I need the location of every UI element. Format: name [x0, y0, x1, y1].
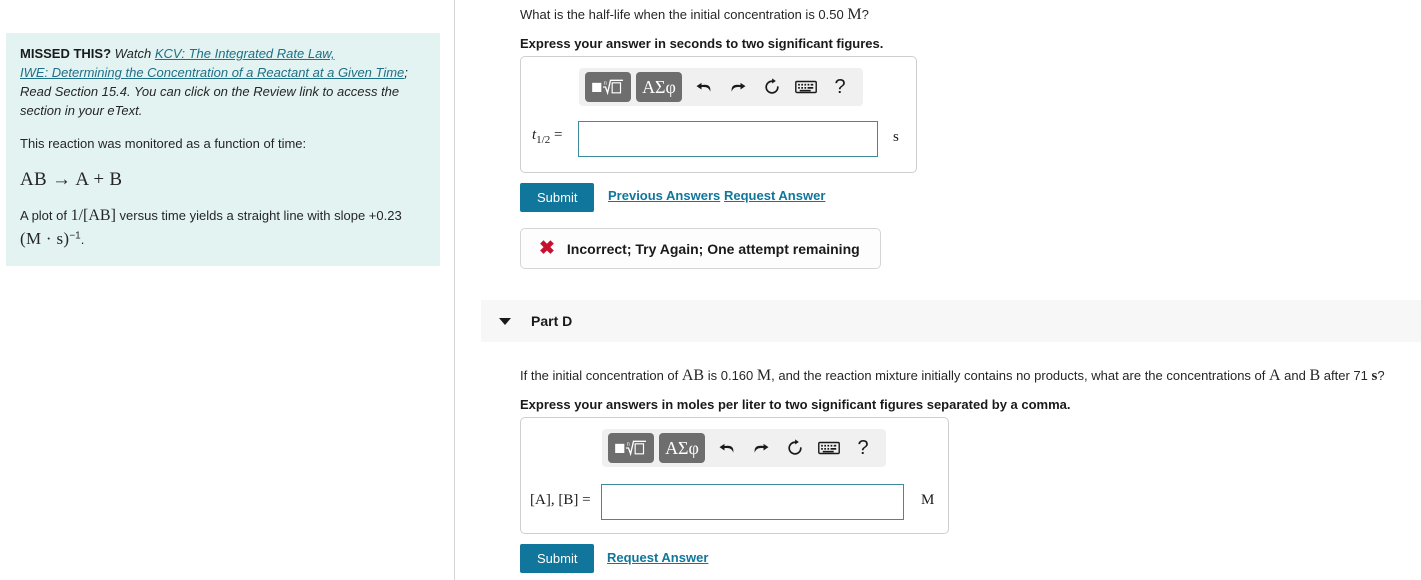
plot-units-exponent: −1 — [69, 230, 81, 242]
plot-expression: 1/[AB] — [70, 206, 116, 224]
partC-previous-answers-link[interactable]: Previous Answers — [608, 188, 720, 203]
partD-q-seg5: after 71 — [1320, 368, 1372, 383]
reaction-equation: AB → A + B — [20, 169, 123, 191]
partC-feedback-text: Incorrect; Try Again; One attempt remain… — [566, 240, 860, 257]
missed-this-hint-box: MISSED THIS? Watch KCV: The Integrated R… — [6, 33, 440, 266]
right-panel: What is the half-life when the initial c… — [456, 0, 1421, 580]
plot-units: (M · s) — [20, 228, 70, 248]
partD-question-area: If the initial concentration of AB is 0.… — [520, 364, 1421, 412]
plot-mid-text: versus time yields a straight line with … — [115, 207, 402, 223]
plot-description: A plot of 1/[AB] versus time yields a st… — [20, 204, 426, 252]
partD-unit-molar: M — [756, 367, 772, 384]
partD-q-seg2: is 0.160 — [704, 368, 757, 383]
template-icon: n — [615, 440, 646, 457]
partD-unit-label: M — [921, 492, 935, 508]
watch-word: Watch — [114, 46, 152, 61]
monitored-text: This reaction was monitored as a functio… — [20, 136, 307, 152]
partD-answer-input[interactable] — [601, 484, 904, 520]
hint-link-kcv[interactable]: KCV: The Integrated Rate Law, — [155, 46, 335, 61]
undo-icon[interactable] — [687, 72, 721, 102]
chevron-down-icon[interactable] — [499, 317, 511, 325]
partD-q-seg1: If the initial concentration of — [520, 368, 682, 383]
partC-answer-label: t1/2 = — [532, 127, 562, 146]
partD-answer-card: n ΑΣφ ? [A], [B] = M — [520, 417, 949, 534]
math-symbols-button[interactable]: ΑΣφ — [659, 433, 705, 463]
hint-text-block: MISSED THIS? Watch KCV: The Integrated R… — [20, 45, 426, 120]
partD-q-seg3: , and the reaction mixture initially con… — [771, 368, 1269, 383]
keyboard-icon[interactable] — [789, 72, 823, 102]
partC-unit-molar: M — [847, 6, 862, 23]
math-symbols-button[interactable]: ΑΣφ — [636, 72, 682, 102]
help-icon[interactable]: ? — [846, 433, 880, 463]
partD-answer-label: [A], [B] = — [530, 492, 591, 508]
partC-question-pre: What is the half-life when the initial c… — [520, 7, 848, 22]
partD-request-answer-link[interactable]: Request Answer — [607, 550, 708, 565]
partC-request-answer-link[interactable]: Request Answer — [724, 188, 825, 203]
partC-label-equals: = — [553, 127, 563, 143]
svg-text:n: n — [604, 81, 607, 87]
partD-question: If the initial concentration of AB is 0.… — [520, 364, 1421, 388]
help-icon[interactable]: ? — [823, 72, 857, 102]
partC-math-toolbar: n ΑΣφ ? — [579, 68, 863, 106]
reset-icon[interactable] — [778, 433, 812, 463]
redo-icon[interactable] — [744, 433, 778, 463]
redo-icon[interactable] — [721, 72, 755, 102]
partC-question: What is the half-life when the initial c… — [520, 3, 1421, 27]
x-mark-icon: ✖ — [539, 238, 555, 259]
partD-instruction: Express your answers in moles per liter … — [520, 397, 1071, 412]
partD-title: Part D — [531, 313, 573, 329]
template-icon: n — [592, 79, 623, 96]
plot-end-text: . — [80, 231, 85, 247]
math-template-button[interactable]: n — [585, 72, 631, 102]
undo-icon[interactable] — [710, 433, 744, 463]
partC-answer-input[interactable] — [578, 121, 878, 157]
reset-icon[interactable] — [755, 72, 789, 102]
page-root: MISSED THIS? Watch KCV: The Integrated R… — [0, 0, 1421, 580]
partD-header-band[interactable]: Part D — [481, 300, 1421, 342]
missed-this-label: MISSED THIS? — [20, 46, 112, 61]
left-panel: MISSED THIS? Watch KCV: The Integrated R… — [0, 0, 455, 580]
partC-submit-button[interactable]: Submit — [520, 183, 595, 212]
math-template-button[interactable]: n — [608, 433, 654, 463]
partD-math-toolbar: n ΑΣφ ? — [602, 429, 886, 467]
partD-submit-button[interactable]: Submit — [520, 544, 595, 573]
partC-feedback-box: ✖ Incorrect; Try Again; One attempt rema… — [520, 228, 881, 269]
partD-q-seg6: ? — [1377, 368, 1385, 383]
plot-pre-text: A plot of — [20, 207, 71, 223]
partD-species-B: B — [1309, 367, 1321, 384]
partC-instruction: Express your answer in seconds to two si… — [520, 36, 884, 51]
partC-question-area: What is the half-life when the initial c… — [520, 3, 1421, 51]
partD-species-AB: AB — [681, 367, 705, 384]
partD-q-seg4: and — [1280, 368, 1310, 383]
partC-question-post: ? — [861, 7, 869, 22]
hint-link-iwe[interactable]: IWE: Determining the Concentration of a … — [20, 65, 404, 80]
partD-species-A: A — [1269, 367, 1281, 384]
partC-unit-label: s — [893, 129, 899, 145]
keyboard-icon[interactable] — [812, 433, 846, 463]
partC-answer-card: n ΑΣφ ? t1/2 = s — [520, 56, 917, 173]
partC-label-subscript: 1/2 — [536, 134, 551, 146]
svg-text:n: n — [627, 442, 630, 448]
